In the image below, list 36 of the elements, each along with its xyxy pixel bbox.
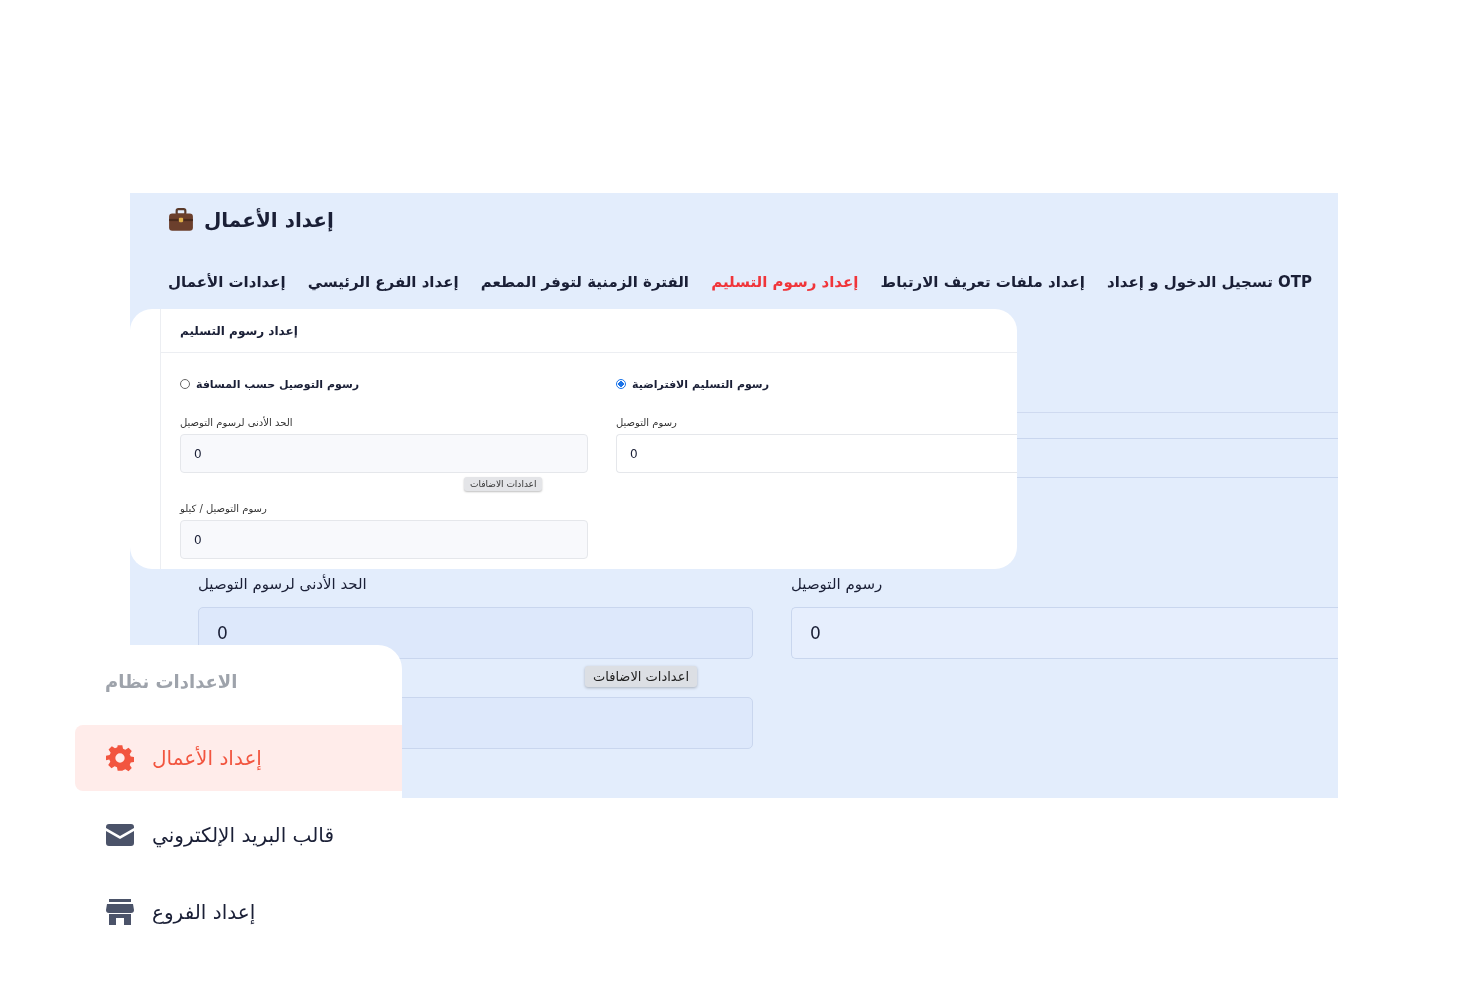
tooltip: اعدادات الاضافات: [585, 666, 697, 687]
envelope-icon: [106, 824, 134, 846]
input-field[interactable]: [1017, 438, 1338, 478]
sidebar-heading: الاعدادات نظام: [105, 671, 238, 694]
card-title: إعداد رسوم التسليم: [180, 323, 298, 338]
tab[interactable]: OTP تسجيل الدخول و إعداد: [1107, 269, 1312, 295]
field-label: الحد الأدنى لرسوم التوصيل: [180, 417, 293, 430]
radio-button[interactable]: [616, 379, 626, 389]
field-label: رسوم التوصيل / كيلو: [180, 503, 267, 516]
sidebar-item[interactable]: إعداد الفروع: [75, 879, 402, 945]
tab[interactable]: إعداد الفرع الرئيسي: [307, 269, 459, 295]
sidebar-item[interactable]: قالب البريد الإلكتروني: [75, 802, 402, 868]
field-value: 0: [810, 623, 821, 643]
field-value: 0: [217, 623, 228, 643]
tooltip: اعدادات الاضافات: [464, 477, 543, 491]
input-field[interactable]: 0: [791, 607, 1338, 659]
gear-icon: [106, 744, 134, 772]
input-field[interactable]: 0: [180, 434, 588, 473]
input-field[interactable]: 0: [180, 520, 588, 559]
field-label: رسوم التوصيل: [791, 575, 883, 595]
radio-label: رسوم التوصيل حسب المسافة: [196, 377, 360, 391]
field-value: 0: [194, 446, 202, 461]
tab[interactable]: إعدادات الأعمال: [168, 269, 286, 295]
page-title: إعداد الأعمال: [204, 208, 334, 232]
field-label: رسوم التوصيل: [616, 417, 677, 430]
store-icon: [106, 899, 134, 925]
input-field[interactable]: 0: [198, 607, 753, 659]
field-label: الحد الأدنى لرسوم التوصيل: [198, 575, 367, 595]
radio-button[interactable]: [180, 379, 190, 389]
tab[interactable]: الفترة الزمنية لتوفر المطعم: [480, 269, 689, 295]
field-value: 0: [630, 446, 638, 461]
input-field[interactable]: 0: [616, 434, 1017, 473]
radio-label: رسوم التسليم الافتراضية: [632, 377, 770, 391]
field-value: 0: [194, 532, 202, 547]
tab[interactable]: إعداد ملفات تعريف الارتباط: [880, 269, 1085, 295]
briefcase-icon: [168, 208, 194, 232]
